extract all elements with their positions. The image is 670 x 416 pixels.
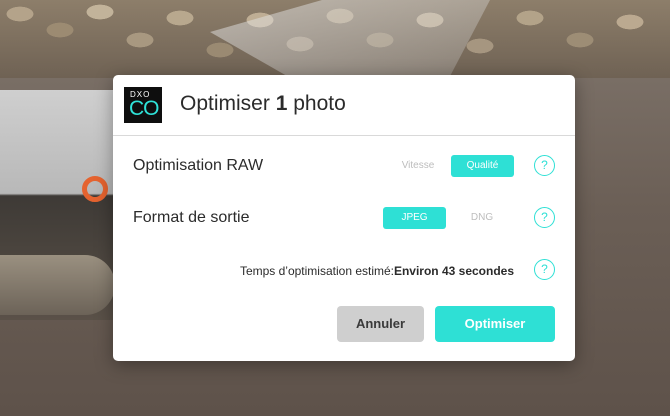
option-dng[interactable]: DNG: [450, 207, 514, 229]
output-format-label: Format de sortie: [133, 209, 250, 226]
raw-optimization-row: Optimisation RAW Vitesse Qualité ?: [133, 151, 555, 181]
help-icon-raw[interactable]: ?: [534, 155, 555, 176]
dinghy: [0, 255, 115, 315]
dialog-title: Optimiser 1 photo: [180, 92, 346, 116]
option-vitesse[interactable]: Vitesse: [386, 155, 450, 177]
title-prefix: Optimiser: [180, 92, 276, 115]
help-icon-format[interactable]: ?: [534, 207, 555, 228]
estimate-value: Environ 43 secondes: [393, 264, 514, 278]
output-format-row: Format de sortie JPEG DNG ?: [133, 203, 555, 233]
help-icon-estimate[interactable]: ?: [534, 259, 555, 280]
lifebuoy: [82, 176, 108, 202]
dxo-logo: DXO CO: [124, 87, 162, 123]
option-qualite[interactable]: Qualité: [451, 155, 514, 177]
title-suffix: photo: [287, 92, 346, 115]
logo-bottom-text: CO: [129, 97, 159, 120]
estimate-row: Temps d’optimisation estimé: Environ 43 …: [133, 255, 555, 285]
optimize-dialog: DXO CO Optimiser 1 photo Optimisation RA…: [113, 75, 575, 361]
title-count: 1: [275, 92, 288, 115]
raw-optimization-label: Optimisation RAW: [133, 157, 264, 174]
dialog-header: DXO CO Optimiser 1 photo: [113, 75, 575, 136]
option-jpeg[interactable]: JPEG: [383, 207, 446, 229]
optimize-button[interactable]: Optimiser: [435, 306, 555, 342]
cancel-button[interactable]: Annuler: [337, 306, 424, 342]
estimate-label: Temps d’optimisation estimé:: [239, 264, 394, 278]
